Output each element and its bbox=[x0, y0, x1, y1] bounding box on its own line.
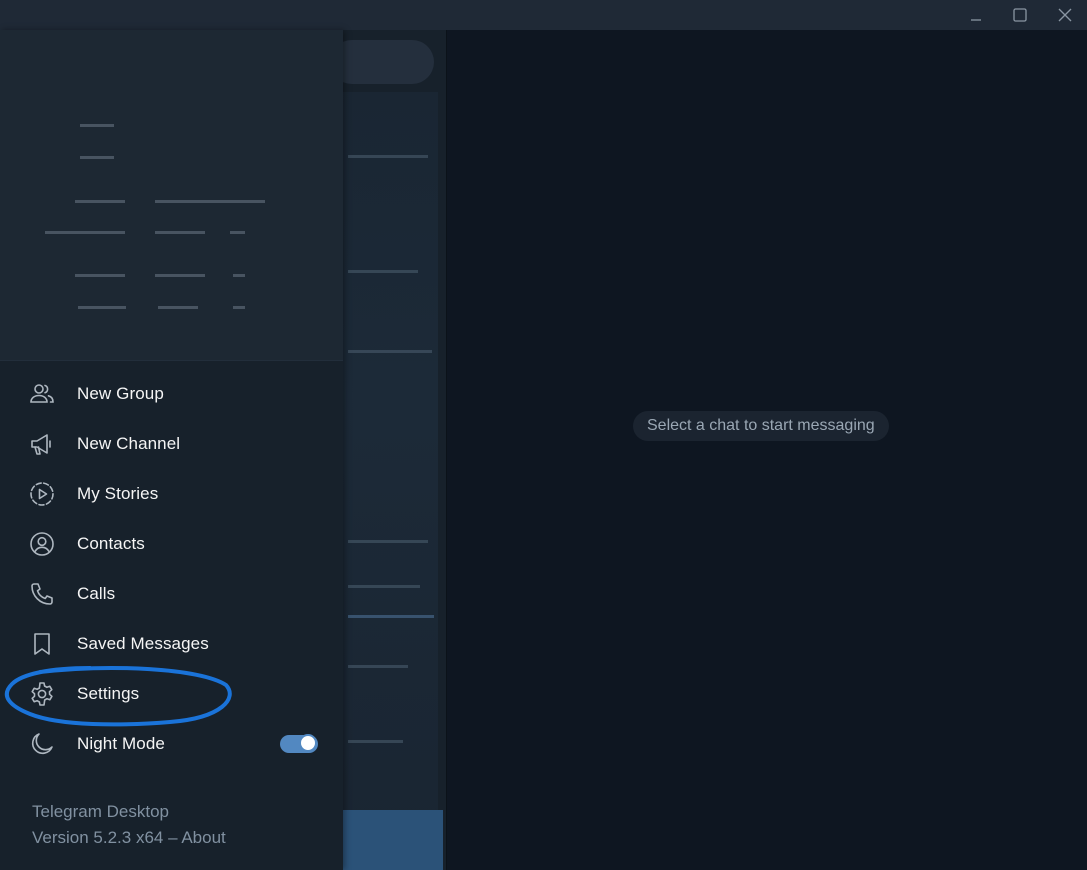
main-menu-drawer: New Group New Channel My Stories Contact… bbox=[0, 30, 343, 870]
chat-preview-line bbox=[348, 350, 432, 353]
blurred-text bbox=[80, 124, 114, 127]
blurred-text bbox=[158, 306, 198, 309]
chat-preview-line bbox=[348, 540, 428, 543]
chat-preview-line bbox=[348, 270, 418, 273]
menu-item-new-group[interactable]: New Group bbox=[0, 369, 343, 419]
chat-preview-line bbox=[348, 155, 428, 158]
maximize-icon[interactable] bbox=[998, 0, 1042, 30]
menu-item-label: New Channel bbox=[77, 434, 181, 453]
menu-item-new-channel[interactable]: New Channel bbox=[0, 419, 343, 469]
blurred-text bbox=[80, 156, 114, 159]
close-icon[interactable] bbox=[1043, 0, 1087, 30]
chat-list-items[interactable] bbox=[343, 92, 438, 852]
menu-item-saved-messages[interactable]: Saved Messages bbox=[0, 619, 343, 669]
empty-state-message: Select a chat to start messaging bbox=[633, 411, 889, 441]
menu-item-label: Night Mode bbox=[77, 734, 165, 753]
menu-item-label: Settings bbox=[77, 684, 140, 703]
chat-list-bottom-button[interactable] bbox=[343, 810, 443, 870]
minimize-icon[interactable] bbox=[954, 0, 998, 30]
menu-item-label: Calls bbox=[77, 584, 116, 603]
chat-preview-line bbox=[348, 665, 408, 668]
blurred-text bbox=[75, 200, 125, 203]
bookmark-icon bbox=[29, 631, 55, 657]
panel-divider bbox=[446, 30, 447, 870]
chat-preview-line bbox=[348, 615, 434, 618]
chat-preview-line bbox=[348, 740, 403, 743]
account-header[interactable] bbox=[0, 30, 343, 361]
blurred-text bbox=[233, 274, 245, 277]
moon-icon bbox=[29, 731, 55, 757]
contact-icon bbox=[29, 531, 55, 557]
blurred-text bbox=[155, 200, 265, 203]
night-mode-toggle[interactable] bbox=[280, 734, 318, 753]
version-about-link[interactable]: Version 5.2.3 x64 – About bbox=[32, 828, 226, 848]
blurred-text bbox=[78, 306, 126, 309]
people-icon bbox=[29, 381, 55, 407]
app-name: Telegram Desktop bbox=[32, 802, 170, 821]
menu-item-my-stories[interactable]: My Stories bbox=[0, 469, 343, 519]
main-panel bbox=[446, 30, 1087, 870]
menu-item-settings[interactable]: Settings bbox=[0, 669, 343, 719]
menu-item-label: My Stories bbox=[77, 484, 159, 503]
search-input[interactable] bbox=[330, 40, 434, 84]
menu-item-calls[interactable]: Calls bbox=[0, 569, 343, 619]
menu-item-contacts[interactable]: Contacts bbox=[0, 519, 343, 569]
stories-icon bbox=[29, 481, 55, 507]
menu-item-label: New Group bbox=[77, 384, 164, 403]
blurred-text bbox=[233, 306, 245, 309]
blurred-text bbox=[45, 231, 125, 234]
phone-icon bbox=[29, 581, 55, 607]
blurred-text bbox=[75, 274, 125, 277]
blurred-text bbox=[155, 231, 205, 234]
title-bar bbox=[0, 0, 1087, 30]
menu-item-label: Contacts bbox=[77, 534, 145, 553]
toggle-knob bbox=[299, 734, 317, 752]
menu-item-night-mode[interactable]: Night Mode bbox=[0, 719, 343, 769]
megaphone-icon bbox=[29, 431, 55, 457]
chat-preview-line bbox=[348, 585, 420, 588]
blurred-text bbox=[230, 231, 245, 234]
menu-item-label: Saved Messages bbox=[77, 634, 209, 653]
gear-icon bbox=[29, 681, 55, 707]
blurred-text bbox=[155, 274, 205, 277]
